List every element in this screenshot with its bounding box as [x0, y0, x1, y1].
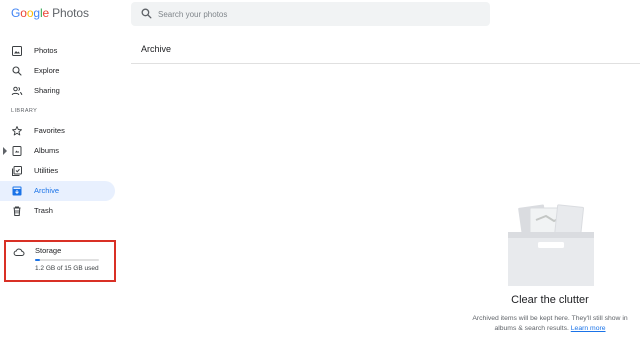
album-icon: [12, 146, 22, 156]
sidebar-item-label: Favorites: [34, 126, 65, 135]
people-icon: [11, 86, 23, 96]
sidebar-item-photos[interactable]: Photos: [0, 41, 115, 61]
star-icon: [12, 126, 22, 136]
top-bar: Google Photos: [0, 0, 640, 30]
trash-icon: [13, 206, 21, 216]
storage-panel[interactable]: Storage 1.2 GB of 15 GB used: [4, 240, 116, 282]
empty-state-description: Archived items will be kept here. They'l…: [462, 314, 638, 334]
sidebar-item-archive[interactable]: Archive: [0, 181, 115, 201]
sidebar-item-albums[interactable]: Albums: [0, 141, 115, 161]
sidebar-item-favorites[interactable]: Favorites: [0, 121, 115, 141]
library-section-label: LIBRARY: [11, 108, 38, 114]
google-wordmark: Google: [11, 6, 50, 20]
storage-progress-bar: [35, 259, 99, 261]
storage-title: Storage: [35, 246, 62, 255]
search-icon: [12, 66, 22, 76]
sidebar-item-label: Trash: [34, 206, 53, 215]
sidebar-item-trash[interactable]: Trash: [0, 201, 115, 221]
archive-box-illustration: [508, 204, 594, 286]
storage-progress-fill: [35, 259, 41, 261]
cloud-icon: [13, 248, 25, 256]
expand-arrow-icon[interactable]: [3, 147, 7, 155]
sidebar-item-label: Explore: [34, 66, 60, 75]
sidebar-item-sharing[interactable]: Sharing: [0, 81, 115, 101]
sidebar-item-label: Utilities: [34, 166, 59, 175]
sidebar-item-utilities[interactable]: Utilities: [0, 161, 115, 181]
product-name: Photos: [52, 6, 89, 20]
search-bar[interactable]: [131, 2, 490, 26]
utilities-icon: [12, 166, 22, 176]
search-icon[interactable]: [140, 7, 153, 20]
sidebar-item-label: Photos: [34, 46, 58, 55]
empty-state-title: Clear the clutter: [511, 294, 589, 306]
search-input[interactable]: [158, 5, 478, 23]
learn-more-link[interactable]: Learn more: [571, 325, 606, 332]
google-photos-logo[interactable]: Google Photos: [11, 6, 89, 20]
sidebar-item-label: Archive: [34, 186, 60, 195]
sidebar-item-explore[interactable]: Explore: [0, 61, 115, 81]
archive-icon: [12, 186, 22, 196]
header-divider: [131, 63, 640, 64]
page-title: Archive: [141, 44, 172, 54]
sidebar-item-label: Sharing: [34, 86, 60, 95]
storage-used-text: 1.2 GB of 15 GB used: [35, 265, 99, 272]
sidebar-item-label: Albums: [34, 146, 60, 155]
photo-icon: [12, 46, 22, 56]
